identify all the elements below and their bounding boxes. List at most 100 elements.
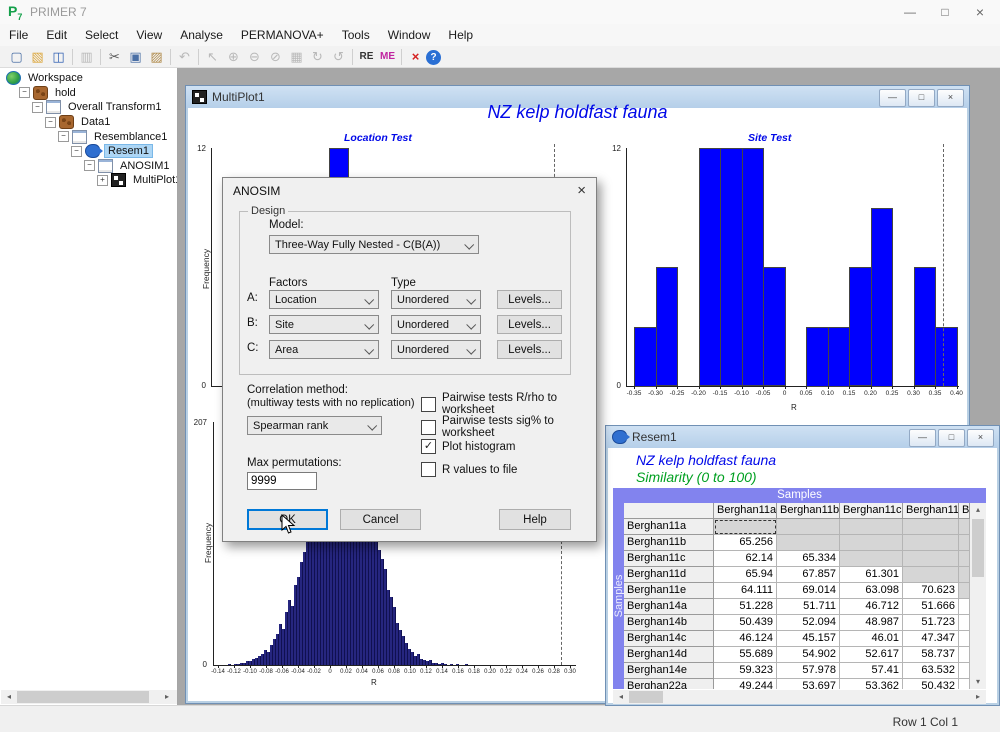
factor-dropdown[interactable]: Site [269,315,379,334]
tree-item-anosim1[interactable]: −ANOSIM1 [0,159,177,174]
row-header[interactable]: Berghan14b [624,615,714,631]
print-icon[interactable]: ▥ [76,47,97,66]
minimize-icon[interactable]: — [895,2,925,22]
correlation-dropdown[interactable]: Spearman rank [247,416,382,435]
similarity-cell[interactable] [959,535,970,551]
open-file-icon[interactable]: ▧ [27,47,48,66]
similarity-cell[interactable]: 52.617 [840,647,903,663]
zoom-out-icon[interactable]: ⊖ [244,47,265,66]
checkbox-plot-histogram[interactable]: ✓Plot histogram [421,439,516,454]
scroll-right-icon[interactable]: ▸ [972,690,984,704]
zoom-off-icon[interactable]: ⊘ [265,47,286,66]
tree-horizontal-scrollbar[interactable]: ◂ ▸ [1,690,177,704]
similarity-cell[interactable]: 61.301 [840,567,903,583]
scroll-thumb[interactable] [17,691,149,703]
similarity-cell[interactable]: 65.256 [714,535,777,551]
similarity-cell[interactable]: 70.623 [903,583,959,599]
rank-worksheet-icon[interactable]: RE [356,47,377,66]
collapse-icon[interactable]: − [32,102,43,113]
type-dropdown[interactable]: Unordered [391,290,481,309]
close-icon[interactable]: × [965,2,995,22]
similarity-cell[interactable] [959,679,970,689]
row-header[interactable]: Berghan11c [624,551,714,567]
unchecked-checkbox-icon[interactable] [421,462,436,477]
resem-title-bar[interactable]: Resem1 — □ × [606,426,999,448]
factor-dropdown[interactable]: Location [269,290,379,309]
levels-button[interactable]: Levels... [497,340,562,359]
similarity-cell[interactable] [959,663,970,679]
row-header[interactable]: Berghan11e [624,583,714,599]
similarity-cell[interactable]: 54.902 [777,647,840,663]
similarity-cell[interactable]: 53.697 [777,679,840,689]
tree-item-workspace[interactable]: Workspace [0,71,177,86]
copy-icon[interactable]: ▣ [125,47,146,66]
similarity-cell[interactable]: 51.666 [903,599,959,615]
pointer-icon[interactable]: ↖ [202,47,223,66]
checkbox-pairwise-tests-r-rho-to-worksheet[interactable]: Pairwise tests R/rho to worksheet [421,392,596,416]
tree-item-resem1[interactable]: −Resem1 [0,144,177,159]
menu-window[interactable]: Window [379,25,440,45]
checkbox-pairwise-tests-sig-to-worksheet[interactable]: Pairwise tests sig% to worksheet [421,415,596,439]
rotate-ccw-icon[interactable]: ↺ [328,47,349,66]
unchecked-checkbox-icon[interactable] [421,420,436,435]
similarity-cell[interactable] [959,551,970,567]
similarity-cell[interactable]: 47.347 [903,631,959,647]
row-header[interactable]: Berghan14a [624,599,714,615]
checked-checkbox-icon[interactable]: ✓ [421,439,436,454]
tree-item-data1[interactable]: −Data1 [0,115,177,130]
similarity-cell[interactable]: 51.228 [714,599,777,615]
similarity-cell[interactable] [959,631,970,647]
max-permutations-input[interactable] [247,472,317,490]
similarity-cell[interactable]: 63.098 [840,583,903,599]
similarity-cell[interactable]: 59.323 [714,663,777,679]
help-icon[interactable]: ? [426,50,441,65]
scroll-left-icon[interactable]: ◂ [3,690,15,704]
menu-view[interactable]: View [127,25,171,45]
restore-icon[interactable]: □ [938,429,965,447]
model-dropdown[interactable]: Three-Way Fully Nested - C(B(A)) [269,235,479,254]
similarity-cell[interactable]: 51.723 [903,615,959,631]
new-file-icon[interactable]: ▢ [6,47,27,66]
row-header[interactable]: Berghan14e [624,663,714,679]
table-vertical-scrollbar[interactable]: ▴ ▾ [970,503,986,689]
similarity-cell[interactable]: 67.857 [777,567,840,583]
similarity-cell[interactable]: 49.244 [714,679,777,689]
column-header[interactable]: Berghan11b [777,503,840,519]
cancel-button[interactable]: Cancel [340,509,421,530]
scroll-thumb[interactable] [972,519,984,577]
scroll-down-icon[interactable]: ▾ [972,675,984,689]
type-dropdown[interactable]: Unordered [391,315,481,334]
similarity-cell[interactable] [840,551,903,567]
similarity-cell[interactable]: 65.334 [777,551,840,567]
highlight-worksheet-icon[interactable]: ME [377,47,398,66]
row-header[interactable]: Berghan14d [624,647,714,663]
menu-permanova-[interactable]: PERMANOVA+ [232,25,333,45]
menu-tools[interactable]: Tools [333,25,379,45]
column-header[interactable]: Berghan11a [714,503,777,519]
unchecked-checkbox-icon[interactable] [421,397,436,412]
similarity-cell[interactable]: 58.737 [903,647,959,663]
table-horizontal-scrollbar[interactable]: ◂ ▸ [613,690,986,704]
factor-dropdown[interactable]: Area [269,340,379,359]
levels-button[interactable]: Levels... [497,315,562,334]
tree-item-multiplot1[interactable]: +MultiPlot1 [0,173,177,188]
similarity-cell[interactable]: 53.362 [840,679,903,689]
similarity-cell[interactable] [959,519,970,535]
similarity-cell[interactable] [959,583,970,599]
paste-icon[interactable]: ▨ [146,47,167,66]
similarity-cell[interactable]: 51.711 [777,599,840,615]
menu-help[interactable]: Help [439,25,482,45]
checkbox-r-values-to-file[interactable]: R values to file [421,462,517,477]
similarity-cell[interactable]: 57.978 [777,663,840,679]
tree-item-resemblance1[interactable]: −Resemblance1 [0,129,177,144]
scroll-right-icon[interactable]: ▸ [161,690,173,704]
similarity-cell[interactable]: 46.124 [714,631,777,647]
close-icon[interactable]: × [967,429,994,447]
column-header[interactable]: Be [959,503,970,519]
similarity-cell[interactable] [903,551,959,567]
similarity-cell[interactable]: 48.987 [840,615,903,631]
cut-icon[interactable]: ✂ [104,47,125,66]
menu-file[interactable]: File [0,25,37,45]
menu-analyse[interactable]: Analyse [171,25,232,45]
scroll-up-icon[interactable]: ▴ [972,503,984,517]
